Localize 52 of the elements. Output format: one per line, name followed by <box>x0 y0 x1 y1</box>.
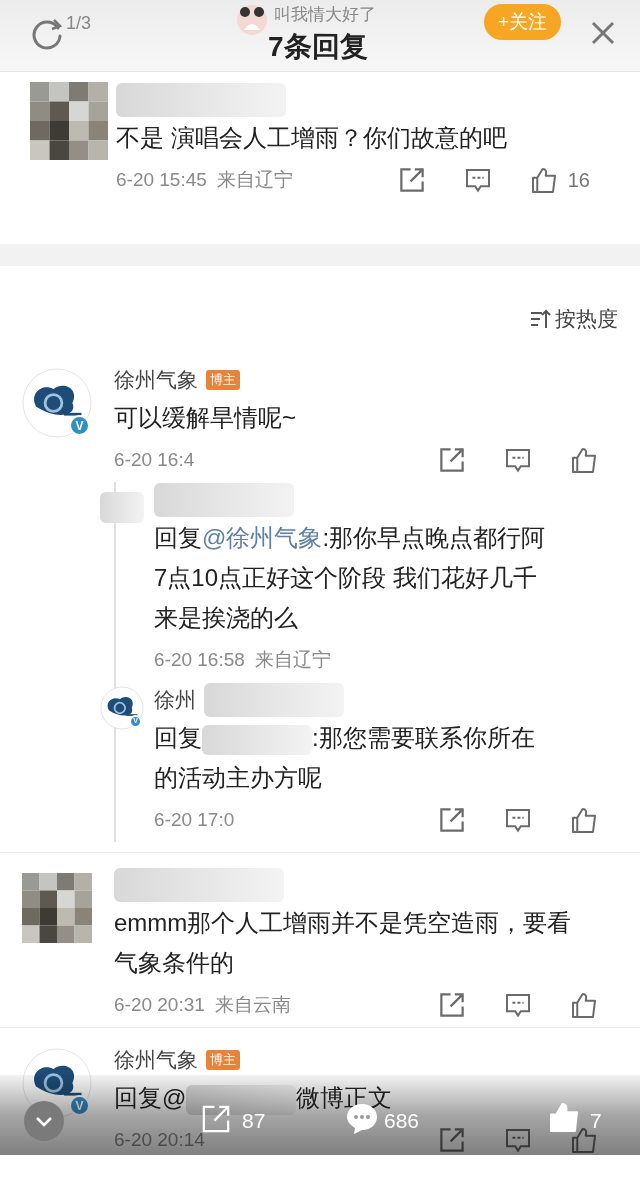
cloud-logo-avatar <box>22 368 92 438</box>
username: 叫我情大好了 <box>274 4 376 26</box>
close-icon[interactable] <box>590 20 616 46</box>
thumbs-up-icon[interactable] <box>570 1126 598 1154</box>
profile-avatar <box>236 4 268 36</box>
comment-count: 686 <box>384 1109 420 1134</box>
thumbs-up-icon[interactable] <box>529 166 558 194</box>
comment-time: 6-20 17:0 <box>154 807 235 832</box>
sort-icon <box>529 308 551 330</box>
thumbs-up-icon[interactable] <box>570 991 598 1019</box>
pixelated-avatar <box>22 873 92 943</box>
comment-text: 回复 :那您需要联系你所在的活动主办方呢 <box>154 723 536 793</box>
refresh-icon[interactable] <box>30 16 64 50</box>
share-icon[interactable] <box>397 166 426 194</box>
thumbs-up-icon[interactable] <box>570 806 598 834</box>
comment-location: 来自云南 <box>214 992 291 1017</box>
share-icon[interactable] <box>438 806 466 834</box>
page-title: 7条回复 <box>268 30 368 64</box>
share-icon[interactable] <box>438 991 466 1019</box>
comment-time: 6-20 20:31 <box>114 992 205 1017</box>
comment-text: emmm那个人工增雨并不是凭空造雨，要看气象条件的 <box>114 908 573 978</box>
share-icon[interactable] <box>438 1126 466 1154</box>
thumbs-up-icon[interactable] <box>548 1101 580 1133</box>
user-name: 徐州气象 <box>114 367 198 394</box>
comment-icon[interactable] <box>463 166 492 194</box>
mention-link[interactable]: @徐州气象 <box>202 524 323 551</box>
comment-text: 不是 演唱会人工增雨？你们故意的吧 <box>116 123 507 153</box>
comment-time: 6-20 16:4 <box>114 447 195 472</box>
comment-location: 来自辽宁 <box>216 167 293 192</box>
comment-time: 6-20 16:58 <box>154 647 245 672</box>
blurred-patch <box>100 492 144 523</box>
collapse-icon[interactable] <box>24 1101 64 1141</box>
blogger-badge: 博主 <box>206 370 240 390</box>
comment-location: 来自辽宁 <box>254 647 331 672</box>
thumbs-up-icon[interactable] <box>570 446 598 474</box>
sort-option[interactable]: 按热度 <box>555 303 618 335</box>
share-icon[interactable] <box>438 446 466 474</box>
comment-icon[interactable] <box>504 806 532 834</box>
page-indicator: 1/3 <box>66 12 92 35</box>
comment-text: 回复@徐州气象:那你早点晚点都行阿7点10点正好这个阶段 我们花好几千来是挨浇的么 <box>154 523 547 633</box>
like-count: 16 <box>567 168 590 193</box>
user-name: 徐州 <box>154 687 196 714</box>
comment-icon[interactable] <box>504 991 532 1019</box>
comment-icon[interactable] <box>504 446 532 474</box>
blogger-badge: 博主 <box>206 1050 240 1070</box>
share-icon[interactable] <box>200 1103 232 1135</box>
user-name: 徐州气象 <box>114 1047 198 1074</box>
comment-icon[interactable] <box>504 1126 532 1154</box>
comment-time: 6-20 15:45 <box>116 167 207 192</box>
comment-text: 可以缓解旱情呢~ <box>114 403 296 433</box>
like-count: 7 <box>590 1108 602 1134</box>
comment-time: 6-20 20:14 <box>114 1127 205 1152</box>
